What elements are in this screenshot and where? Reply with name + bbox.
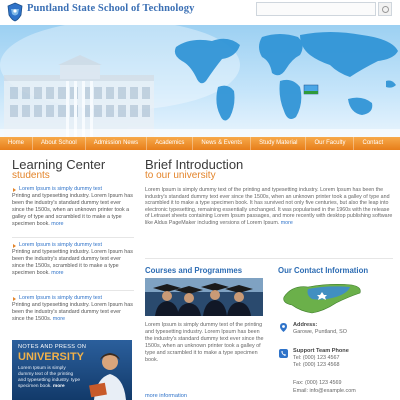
nav-item-academics[interactable]: Academics — [147, 137, 194, 150]
main-nav: Home About School Admission News Academi… — [0, 137, 400, 150]
nav-item-study-material[interactable]: Study Material — [251, 137, 307, 150]
news-item: Lorem Ipsum is simply dummy text Printin… — [12, 186, 134, 228]
promo-more-link[interactable]: more — [53, 384, 65, 389]
intro-subtitle: to our university — [145, 170, 216, 181]
intro-body: Lorem Ipsum is simply dummy text of the … — [145, 187, 393, 226]
divider — [145, 258, 393, 259]
courses-more-link[interactable]: more information — [145, 393, 187, 399]
hero-illustration — [0, 25, 400, 137]
news-item: Lorem Ipsum is simply dummy text Printin… — [12, 242, 134, 277]
news-item-body: Printing and typesetting industry. Lorem… — [12, 193, 133, 227]
nav-item-contact[interactable]: Contact — [354, 137, 391, 150]
nav-item-home[interactable]: Home — [0, 137, 34, 150]
news-item-more-link[interactable]: more — [51, 221, 63, 227]
nav-item-about-school[interactable]: About School — [33, 137, 86, 150]
nav-item-admission-news[interactable]: Admission News — [86, 137, 148, 150]
contact-title: Our Contact Information — [278, 266, 369, 275]
student-photo — [89, 353, 126, 400]
promo-body: Lorem Ipsum is simply dummy text of the … — [18, 366, 82, 390]
header: Puntland State School of Technology — [0, 0, 400, 25]
news-item-title[interactable]: Lorem Ipsum is simply dummy text — [12, 295, 134, 302]
search-button[interactable] — [378, 2, 392, 16]
phone-icon — [279, 349, 288, 358]
address-label: Address: — [293, 322, 318, 328]
site-title[interactable]: Puntland State School of Technology — [27, 3, 194, 14]
hero-banner — [0, 25, 400, 137]
university-promo-card[interactable]: NOTES AND PRESS ON UNIVERSITY Lorem Ipsu… — [12, 340, 132, 400]
address-value: Garowe, Puntland, SO — [293, 329, 347, 335]
location-pin-icon — [280, 323, 287, 332]
fax-value: Fax: (000) 123 4569 — [293, 380, 342, 386]
search-input[interactable] — [256, 2, 376, 16]
divider — [12, 290, 134, 291]
news-item-more-link[interactable]: more — [53, 316, 65, 322]
phone-value-2: Tel: (000) 123 4568 — [293, 362, 340, 368]
intro-text: Lorem Ipsum is simply dummy text of the … — [145, 187, 393, 227]
news-item-body: Printing and typesetting industry. Lorem… — [12, 302, 133, 322]
graduates-photo — [145, 278, 263, 316]
nav-item-our-faculty[interactable]: Our Faculty — [306, 137, 355, 150]
courses-title: Courses and Programmes — [145, 266, 243, 275]
promo-text: Lorem Ipsum is simply dummy text of the … — [18, 366, 81, 389]
news-item-title[interactable]: Lorem Ipsum is simply dummy text — [12, 186, 134, 193]
somalia-map — [278, 279, 368, 315]
news-item-title[interactable]: Lorem Ipsum is simply dummy text — [12, 242, 134, 249]
support-phone-label: Support Team Phone — [293, 348, 349, 354]
contact-phone: Support Team Phone Tel: (000) 123 4567 T… — [278, 348, 396, 378]
learning-center-subtitle: students — [12, 170, 50, 181]
intro-more-link[interactable]: more — [281, 220, 293, 226]
promo-title: UNIVERSITY — [18, 351, 85, 363]
school-logo-icon[interactable] — [6, 2, 24, 22]
news-item-more-link[interactable]: more — [51, 270, 63, 276]
news-item: Lorem Ipsum is simply dummy text Printin… — [12, 295, 134, 323]
promo-kicker: NOTES AND PRESS ON — [18, 344, 87, 350]
contact-fax-email: Fax: (000) 123 4569 Email: info@example.… — [278, 380, 396, 400]
divider — [12, 237, 134, 238]
contact-address: Address: Garowe, Puntland, SO — [278, 322, 396, 344]
nav-item-news-events[interactable]: News & Events — [193, 137, 252, 150]
news-item-body: Printing and typesetting industry. Lorem… — [12, 249, 133, 276]
phone-value-1: Tel: (000) 123 4567 — [293, 355, 340, 361]
email-link[interactable]: Email: info@example.com — [293, 388, 356, 395]
courses-text: Lorem Ipsum is simply dummy text of the … — [145, 322, 264, 363]
